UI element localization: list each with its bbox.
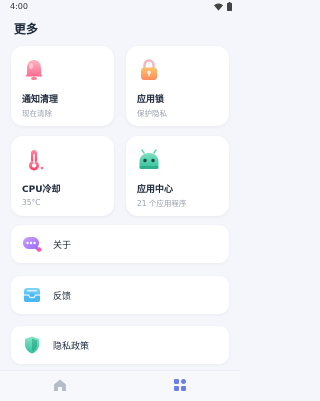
thermometer-icon	[29, 150, 44, 171]
status-icons	[214, 2, 232, 11]
list-item-label: 关于	[53, 241, 72, 251]
card-title: 通知清理	[22, 95, 59, 105]
card-subtitle: 现在清除	[22, 109, 52, 118]
card-cpu-cooling[interactable]: CPU冷却 35°C	[11, 136, 114, 216]
list-item-feedback[interactable]: 反馈	[11, 276, 229, 314]
lock-icon	[141, 59, 157, 80]
list-item-about[interactable]: 关于	[11, 225, 229, 263]
android-icon	[139, 149, 159, 169]
bottom-nav	[0, 370, 240, 401]
home-icon[interactable]	[53, 378, 67, 392]
card-title: 应用中心	[137, 185, 174, 195]
page-title: 更多	[14, 22, 39, 36]
inbox-icon	[24, 288, 40, 302]
card-subtitle: 35°C	[22, 198, 41, 207]
list-item-label: 隐私政策	[53, 342, 90, 352]
chat-bubble-icon	[23, 237, 42, 252]
card-notification-cleanup[interactable]: 通知清理 现在清除	[11, 46, 114, 126]
status-time: 4:00	[10, 2, 28, 11]
card-app-lock[interactable]: 应用锁 保护隐私	[126, 46, 229, 126]
card-subtitle: 保护隐私	[137, 109, 167, 118]
status-bar: 4:00	[0, 0, 240, 14]
card-app-center[interactable]: 应用中心 21 个应用程序	[126, 136, 229, 216]
shield-icon	[25, 336, 39, 354]
bell-icon	[25, 60, 43, 81]
card-title: CPU冷却	[22, 185, 61, 195]
card-title: 应用锁	[137, 95, 165, 105]
list-item-privacy-policy[interactable]: 隐私政策	[11, 326, 229, 364]
wifi-icon	[214, 2, 223, 11]
battery-icon	[227, 2, 232, 11]
card-subtitle: 21 个应用程序	[137, 199, 187, 208]
list-item-label: 反馈	[53, 292, 72, 302]
apps-grid-icon[interactable]	[173, 378, 187, 392]
